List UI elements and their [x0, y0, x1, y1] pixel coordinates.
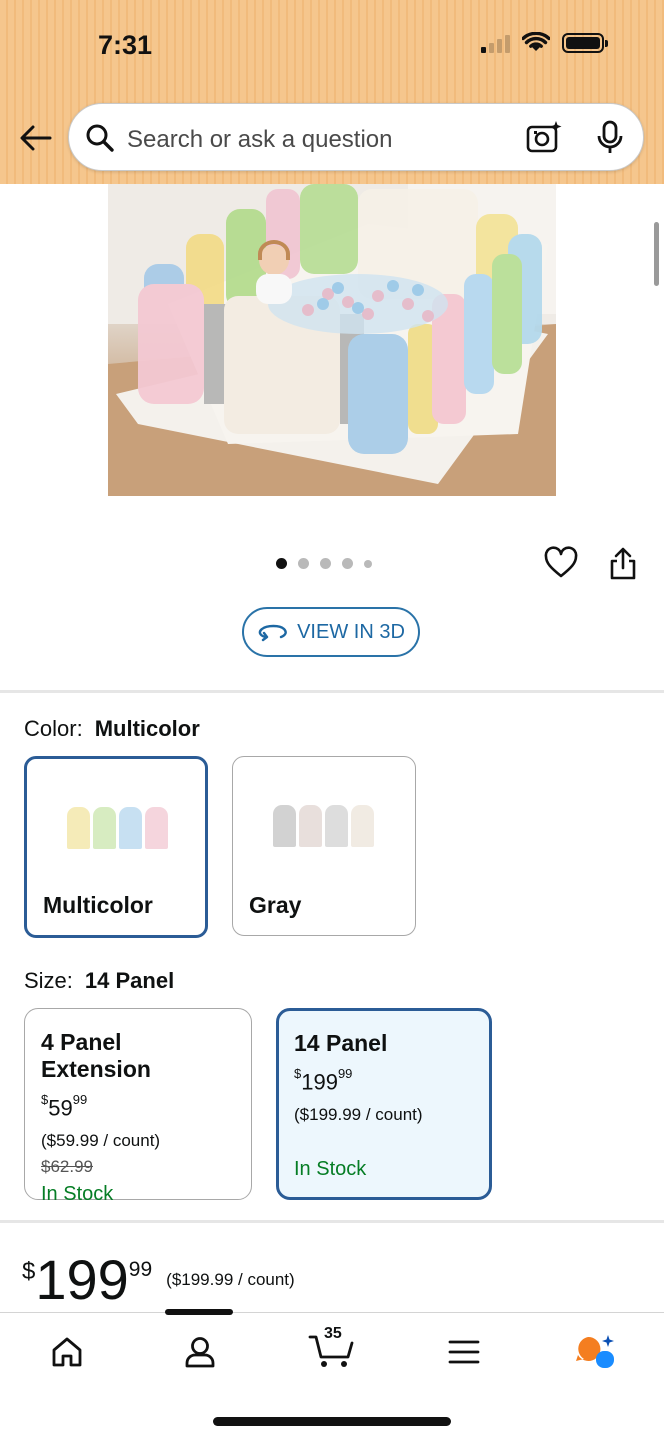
color-option-name: Multicolor	[43, 892, 153, 918]
cart-button[interactable]: 35	[308, 1325, 356, 1371]
section-divider	[0, 690, 664, 693]
price-currency-symbol: $	[22, 1258, 36, 1285]
size-option-unit-price: ($199.99 / count)	[294, 1105, 423, 1125]
search-icon	[86, 124, 114, 152]
scroll-indicator	[654, 222, 659, 286]
image-pagination[interactable]	[276, 558, 372, 569]
size-label: Size:	[24, 968, 73, 993]
price-unit: ($199.99 / count)	[166, 1270, 295, 1289]
rufus-ai-icon[interactable]	[574, 1333, 616, 1371]
color-option-gray[interactable]: Gray	[232, 756, 416, 936]
section-divider	[0, 1220, 664, 1223]
size-option-unit-price: ($59.99 / count)	[41, 1131, 161, 1151]
heart-icon[interactable]	[544, 546, 578, 580]
size-label-row: Size: 14 Panel	[24, 968, 174, 994]
back-arrow-icon[interactable]	[18, 120, 54, 156]
size-option-price: $5999	[41, 1092, 88, 1121]
color-option-multicolor[interactable]: Multicolor	[24, 756, 208, 938]
pagination-dot[interactable]	[298, 558, 309, 569]
battery-icon	[562, 33, 608, 53]
pagination-dot[interactable]	[342, 558, 353, 569]
size-option-title: 14 Panel	[294, 1030, 388, 1056]
microphone-icon[interactable]	[595, 120, 625, 156]
home-indicator	[213, 1417, 451, 1426]
size-option-stock: In Stock	[41, 1183, 114, 1206]
view-in-3d-button[interactable]: VIEW IN 3D	[242, 607, 420, 657]
pagination-dot[interactable]	[276, 558, 287, 569]
share-icon[interactable]	[607, 546, 639, 582]
size-option-title: 4 Panel Extension	[41, 1029, 151, 1082]
size-option-4-panel-extension[interactable]: 4 Panel Extension $5999 ($59.99 / count)…	[24, 1008, 252, 1205]
size-option-stock: In Stock	[294, 1158, 367, 1181]
size-selected-value: 14 Panel	[84, 968, 175, 993]
account-icon[interactable]	[183, 1335, 217, 1369]
gray-thumbnail	[273, 805, 374, 847]
cart-count: 35	[324, 1325, 342, 1342]
wifi-icon	[522, 32, 550, 51]
color-label-row: Color: Multicolor	[24, 716, 200, 742]
menu-icon[interactable]	[448, 1339, 480, 1365]
size-option-price: $19999	[294, 1066, 353, 1095]
size-option-was-price: $62.99	[41, 1157, 93, 1177]
status-icons	[481, 32, 608, 54]
status-time: 7:31	[98, 30, 153, 60]
app-header: 7:31 Search or ask a question	[0, 0, 664, 184]
price-whole: 199	[35, 1248, 129, 1311]
color-selected-value: Multicolor	[94, 716, 200, 741]
color-label: Color:	[24, 716, 83, 741]
product-image[interactable]	[108, 184, 556, 496]
price-fraction: 99	[128, 1258, 153, 1281]
playpen-illustration	[108, 184, 556, 496]
view-in-3d-label: VIEW IN 3D	[297, 620, 405, 643]
search-bar[interactable]: Search or ask a question	[68, 103, 644, 171]
signal-icon	[481, 33, 510, 53]
multicolor-thumbnail	[67, 807, 168, 849]
pagination-dot[interactable]	[364, 559, 372, 568]
size-option-14-panel[interactable]: 14 Panel $19999 ($199.99 / count) In Sto…	[276, 1008, 492, 1200]
nav-active-indicator	[165, 1309, 233, 1315]
home-icon[interactable]	[50, 1335, 84, 1369]
camera-search-icon[interactable]	[525, 119, 563, 155]
color-option-name: Gray	[249, 892, 302, 918]
search-input[interactable]: Search or ask a question	[127, 126, 393, 154]
main-price: $ 199 99 ($199.99 / count)	[22, 1250, 295, 1310]
pagination-dot[interactable]	[320, 558, 331, 569]
rotate-3d-icon	[258, 624, 287, 642]
